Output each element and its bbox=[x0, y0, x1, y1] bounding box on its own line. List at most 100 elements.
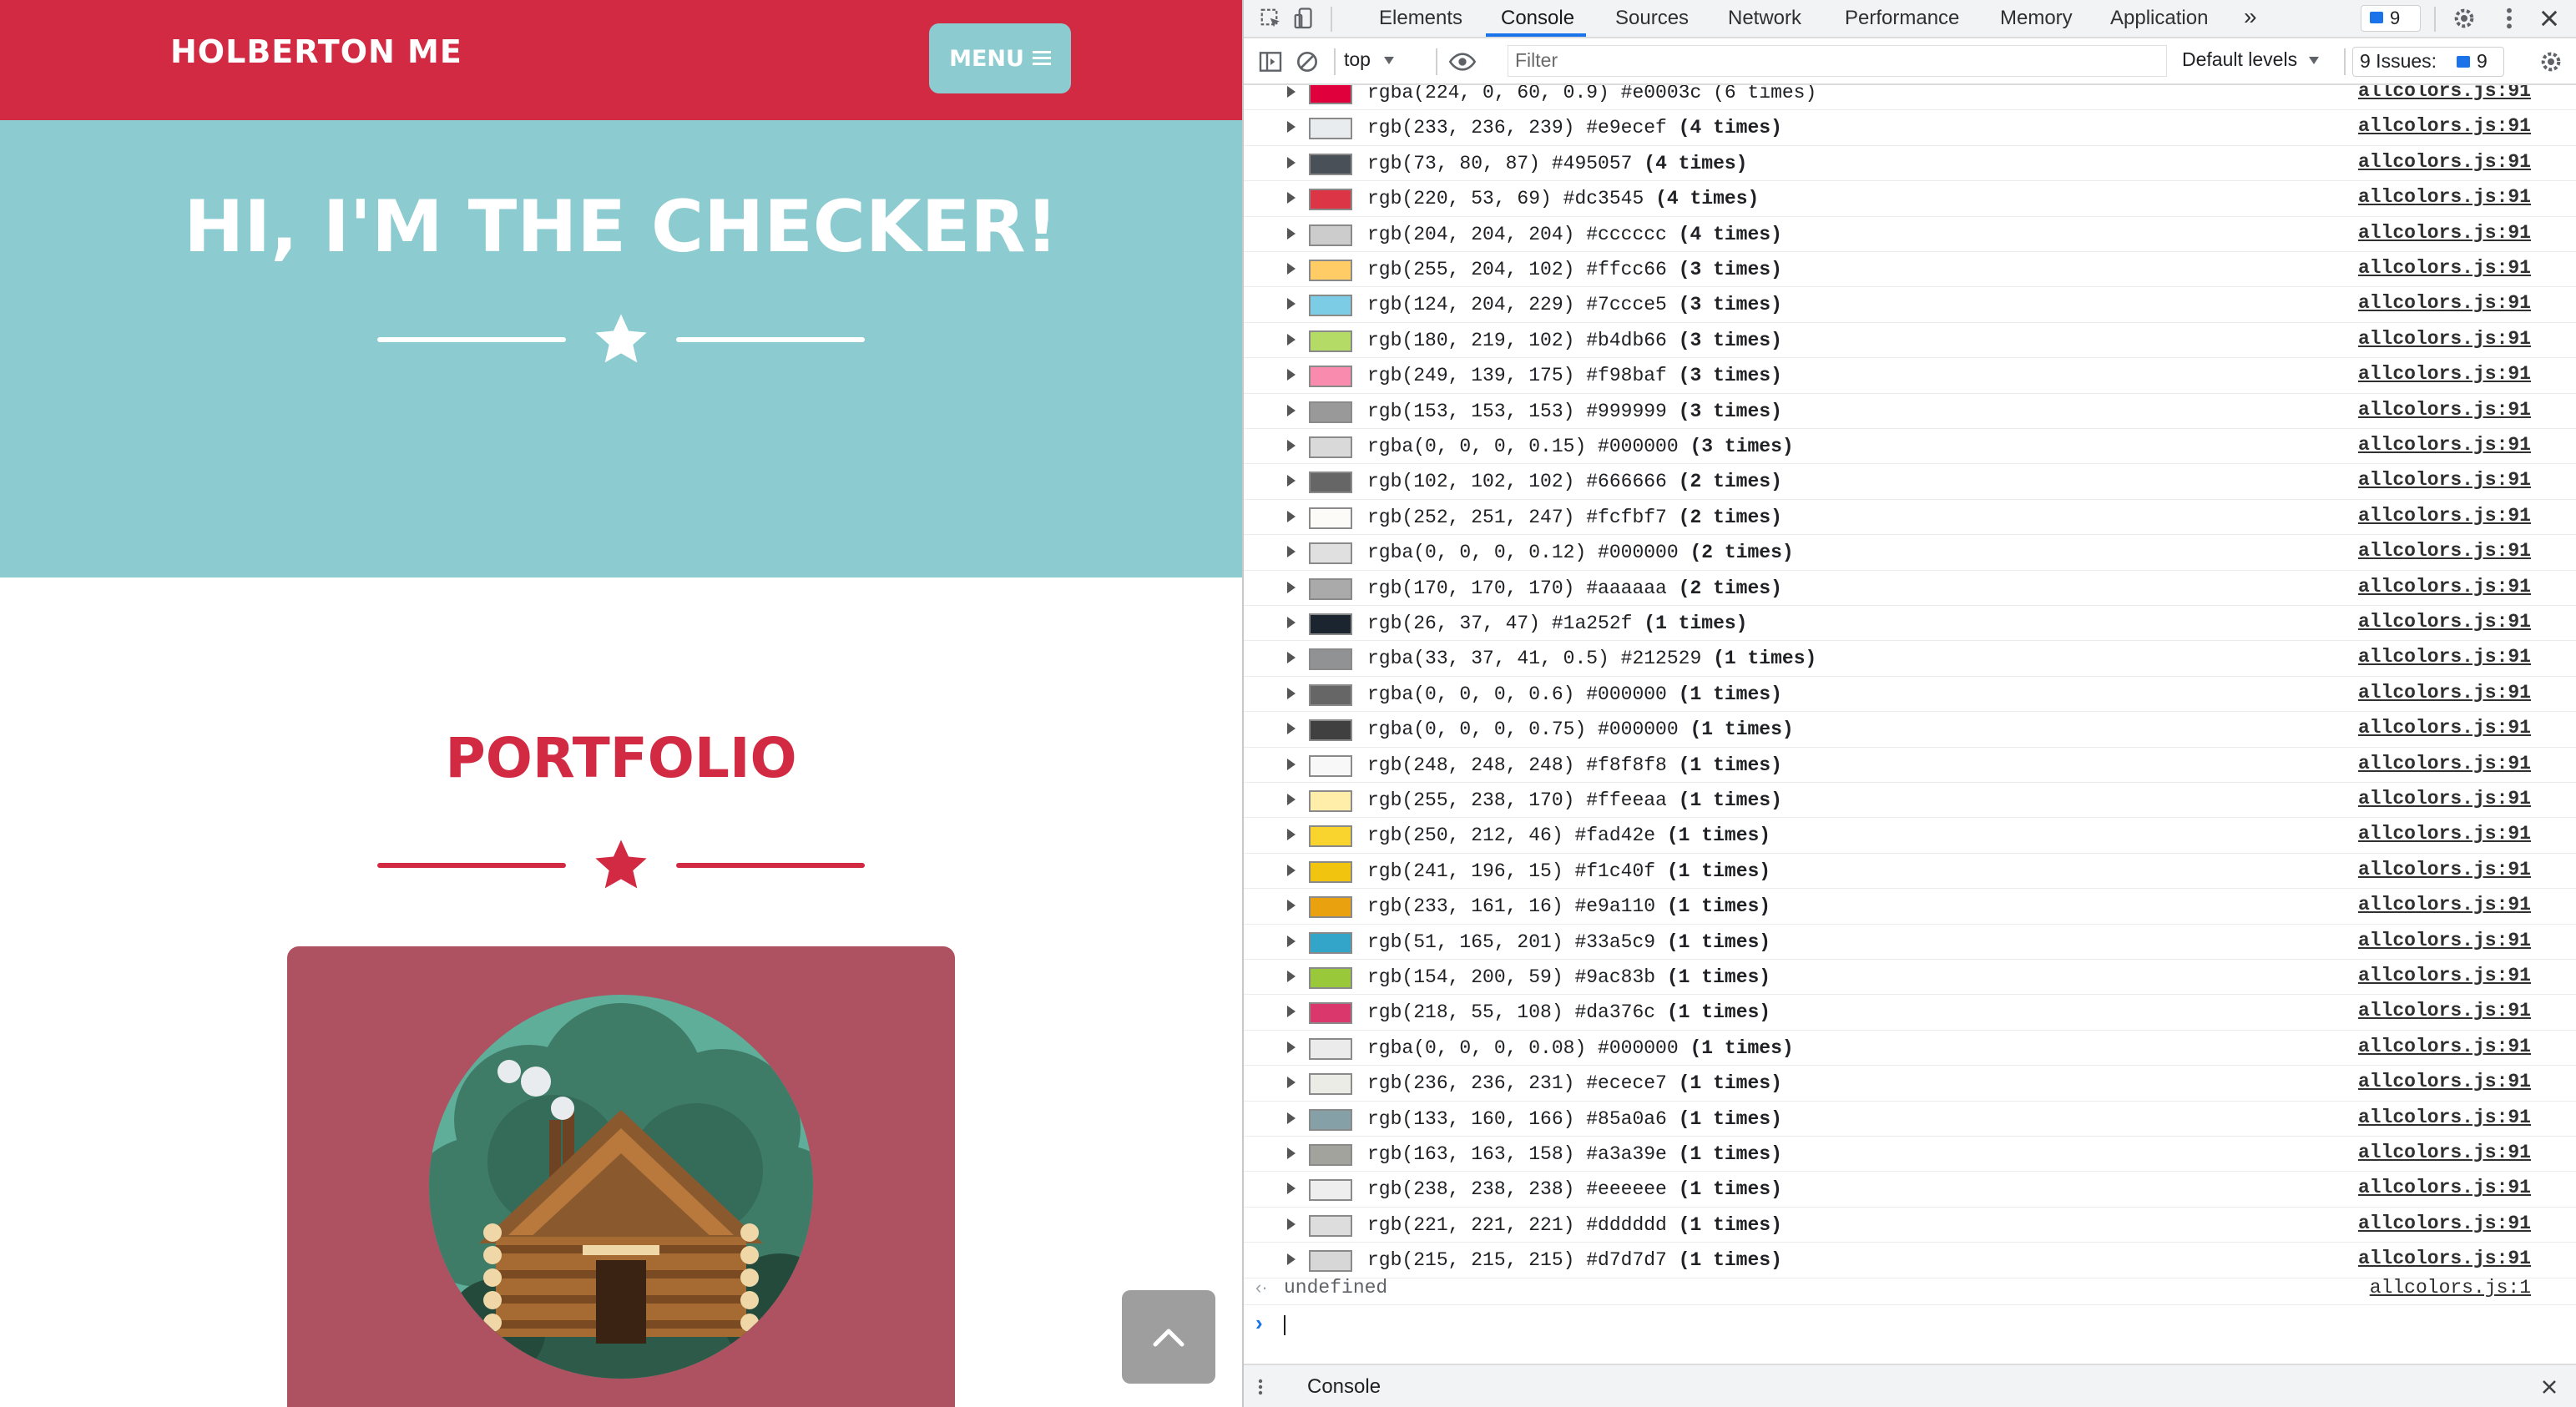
settings-gear-icon[interactable] bbox=[2451, 5, 2478, 32]
console-filter-input[interactable]: Filter bbox=[1508, 45, 2167, 77]
expand-triangle-icon[interactable] bbox=[1287, 1041, 1296, 1053]
expand-triangle-icon[interactable] bbox=[1287, 1218, 1296, 1230]
expand-triangle-icon[interactable] bbox=[1287, 156, 1296, 169]
log-source-link[interactable]: allcolors.js:91 bbox=[2358, 540, 2531, 562]
log-source-link[interactable]: allcolors.js:91 bbox=[2358, 717, 2531, 739]
log-source-link[interactable]: allcolors.js:91 bbox=[2358, 788, 2531, 809]
console-log-row[interactable]: rgb(51, 165, 201) #33a5c9 (1 times) allco… bbox=[1244, 925, 2576, 960]
log-source-link[interactable]: allcolors.js:91 bbox=[2358, 753, 2531, 774]
console-log-row[interactable]: rgba(33, 37, 41, 0.5) #212529 (1 times) a… bbox=[1244, 641, 2576, 677]
tab-network[interactable]: Network bbox=[1728, 7, 1801, 30]
log-source-link[interactable]: allcolors.js:91 bbox=[2358, 1142, 2531, 1163]
messages-badge[interactable]: 9 bbox=[2361, 5, 2421, 32]
expand-triangle-icon[interactable] bbox=[1287, 794, 1296, 805]
log-source-link[interactable]: allcolors.js:91 bbox=[2358, 434, 2531, 456]
expand-triangle-icon[interactable] bbox=[1287, 1147, 1296, 1159]
expand-triangle-icon[interactable] bbox=[1287, 404, 1296, 416]
more-tabs-button[interactable]: » bbox=[2244, 3, 2257, 30]
tab-application[interactable]: Application bbox=[2110, 7, 2208, 30]
expand-triangle-icon[interactable] bbox=[1287, 1253, 1296, 1266]
console-settings-gear-icon[interactable] bbox=[2538, 48, 2564, 75]
console-log-row[interactable]: rgb(233, 236, 239) #e9ecef (4 times) allc… bbox=[1244, 110, 2576, 146]
console-log-row[interactable]: rgb(238, 238, 238) #eeeeee (1 times) allc… bbox=[1244, 1172, 2576, 1208]
kebab-menu-icon[interactable] bbox=[2499, 5, 2519, 32]
issues-button[interactable]: 9 Issues: 9 bbox=[2352, 47, 2504, 77]
log-source-link[interactable]: allcolors.js:91 bbox=[2358, 115, 2531, 137]
console-log-row[interactable]: rgba(0, 0, 0, 0.08) #000000 (1 times) all… bbox=[1244, 1031, 2576, 1067]
expand-triangle-icon[interactable] bbox=[1287, 758, 1296, 770]
console-log-row[interactable]: rgb(204, 204, 204) #cccccc (4 times) allc… bbox=[1244, 217, 2576, 252]
log-source-link[interactable]: allcolors.js:91 bbox=[2358, 859, 2531, 880]
console-log-row[interactable]: rgb(102, 102, 102) #666666 (2 times) allc… bbox=[1244, 464, 2576, 500]
drawer-tab-console[interactable]: Console bbox=[1307, 1375, 1381, 1399]
console-log-row[interactable]: rgba(0, 0, 0, 0.12) #000000 (2 times) all… bbox=[1244, 535, 2576, 571]
log-source-link[interactable]: allcolors.js:91 bbox=[2358, 363, 2531, 385]
log-source-link[interactable]: allcolors.js:91 bbox=[2358, 1071, 2531, 1092]
console-log-row[interactable]: rgba(0, 0, 0, 0.6) #000000 (1 times) allc… bbox=[1244, 677, 2576, 713]
expand-triangle-icon[interactable] bbox=[1287, 263, 1296, 275]
device-toolbar-icon[interactable] bbox=[1292, 7, 1317, 32]
close-devtools-icon[interactable] bbox=[2538, 7, 2561, 30]
log-source-link[interactable]: allcolors.js:91 bbox=[2358, 292, 2531, 314]
log-source-link[interactable]: allcolors.js:91 bbox=[2358, 576, 2531, 598]
console-log-row[interactable]: rgba(0, 0, 0, 0.15) #000000 (3 times) all… bbox=[1244, 429, 2576, 465]
close-drawer-icon[interactable] bbox=[2539, 1377, 2559, 1397]
console-log-row[interactable]: rgb(241, 196, 15) #f1c40f (1 times) allco… bbox=[1244, 854, 2576, 890]
return-source-link[interactable]: allcolors.js:1 bbox=[2370, 1277, 2531, 1299]
brand-link[interactable]: HOLBERTON ME bbox=[170, 33, 462, 70]
console-log-row[interactable]: rgb(154, 200, 59) #9ac83b (1 times) allco… bbox=[1244, 960, 2576, 996]
console-log-row[interactable]: rgb(26, 37, 47) #1a252f (1 times) allcolo… bbox=[1244, 606, 2576, 642]
live-expression-eye-icon[interactable] bbox=[1447, 48, 1477, 75]
portfolio-item-card[interactable] bbox=[287, 946, 955, 1407]
tab-elements[interactable]: Elements bbox=[1379, 7, 1462, 30]
console-log-row[interactable]: rgb(255, 238, 170) #ffeeaa (1 times) allc… bbox=[1244, 783, 2576, 819]
log-source-link[interactable]: allcolors.js:91 bbox=[2358, 682, 2531, 704]
expand-triangle-icon[interactable] bbox=[1287, 440, 1296, 451]
expand-triangle-icon[interactable] bbox=[1287, 475, 1296, 487]
expand-triangle-icon[interactable] bbox=[1287, 687, 1296, 699]
console-log-row[interactable]: rgb(249, 139, 175) #f98baf (3 times) allc… bbox=[1244, 358, 2576, 394]
expand-triangle-icon[interactable] bbox=[1287, 86, 1296, 98]
expand-triangle-icon[interactable] bbox=[1287, 121, 1296, 134]
tab-sources[interactable]: Sources bbox=[1615, 7, 1689, 30]
context-selector[interactable]: top bbox=[1344, 48, 1395, 71]
console-log-row[interactable]: rgb(221, 221, 221) #dddddd (1 times) allc… bbox=[1244, 1208, 2576, 1243]
console-log-row[interactable]: rgb(153, 153, 153) #999999 (3 times) allc… bbox=[1244, 394, 2576, 429]
expand-triangle-icon[interactable] bbox=[1287, 333, 1296, 345]
console-prompt[interactable]: › bbox=[1244, 1307, 2576, 1342]
console-log-row[interactable]: rgb(163, 163, 158) #a3a39e (1 times) allc… bbox=[1244, 1137, 2576, 1172]
log-source-link[interactable]: allcolors.js:91 bbox=[2358, 646, 2531, 668]
tab-console[interactable]: Console bbox=[1501, 7, 1574, 30]
expand-triangle-icon[interactable] bbox=[1287, 369, 1296, 381]
console-log-row[interactable]: rgb(252, 251, 247) #fcfbf7 (2 times) allc… bbox=[1244, 500, 2576, 536]
drawer-menu-icon[interactable] bbox=[1255, 1375, 1265, 1399]
log-source-link[interactable]: allcolors.js:91 bbox=[2358, 611, 2531, 633]
console-log-row[interactable]: rgb(220, 53, 69) #dc3545 (4 times) allcol… bbox=[1244, 181, 2576, 217]
log-source-link[interactable]: allcolors.js:91 bbox=[2358, 1177, 2531, 1198]
expand-triangle-icon[interactable] bbox=[1287, 581, 1296, 593]
log-source-link[interactable]: allcolors.js:91 bbox=[2358, 930, 2531, 951]
expand-triangle-icon[interactable] bbox=[1287, 1112, 1296, 1124]
expand-triangle-icon[interactable] bbox=[1287, 1006, 1296, 1018]
expand-triangle-icon[interactable] bbox=[1287, 227, 1296, 240]
expand-triangle-icon[interactable] bbox=[1287, 864, 1296, 876]
log-source-link[interactable]: allcolors.js:91 bbox=[2358, 1036, 2531, 1057]
back-to-top-button[interactable] bbox=[1122, 1290, 1215, 1384]
expand-triangle-icon[interactable] bbox=[1287, 1183, 1296, 1195]
log-source-link[interactable]: allcolors.js:91 bbox=[2358, 328, 2531, 350]
expand-triangle-icon[interactable] bbox=[1287, 546, 1296, 558]
expand-triangle-icon[interactable] bbox=[1287, 652, 1296, 664]
console-log-row[interactable]: rgb(133, 160, 166) #85a0a6 (1 times) allc… bbox=[1244, 1102, 2576, 1137]
console-log-row[interactable]: rgb(73, 80, 87) #495057 (4 times) allcolo… bbox=[1244, 146, 2576, 182]
log-source-link[interactable]: allcolors.js:91 bbox=[2358, 1000, 2531, 1021]
expand-triangle-icon[interactable] bbox=[1287, 298, 1296, 310]
expand-triangle-icon[interactable] bbox=[1287, 192, 1296, 204]
console-log-row[interactable]: rgb(250, 212, 46) #fad42e (1 times) allco… bbox=[1244, 818, 2576, 854]
clear-console-icon[interactable] bbox=[1294, 48, 1321, 75]
log-source-link[interactable]: allcolors.js:91 bbox=[2358, 257, 2531, 279]
log-levels-dropdown[interactable]: Default levels bbox=[2182, 48, 2320, 71]
log-source-link[interactable]: allcolors.js:91 bbox=[2358, 222, 2531, 244]
expand-triangle-icon[interactable] bbox=[1287, 971, 1296, 982]
log-source-link[interactable]: allcolors.js:91 bbox=[2358, 85, 2531, 102]
log-source-link[interactable]: allcolors.js:91 bbox=[2358, 1107, 2531, 1128]
